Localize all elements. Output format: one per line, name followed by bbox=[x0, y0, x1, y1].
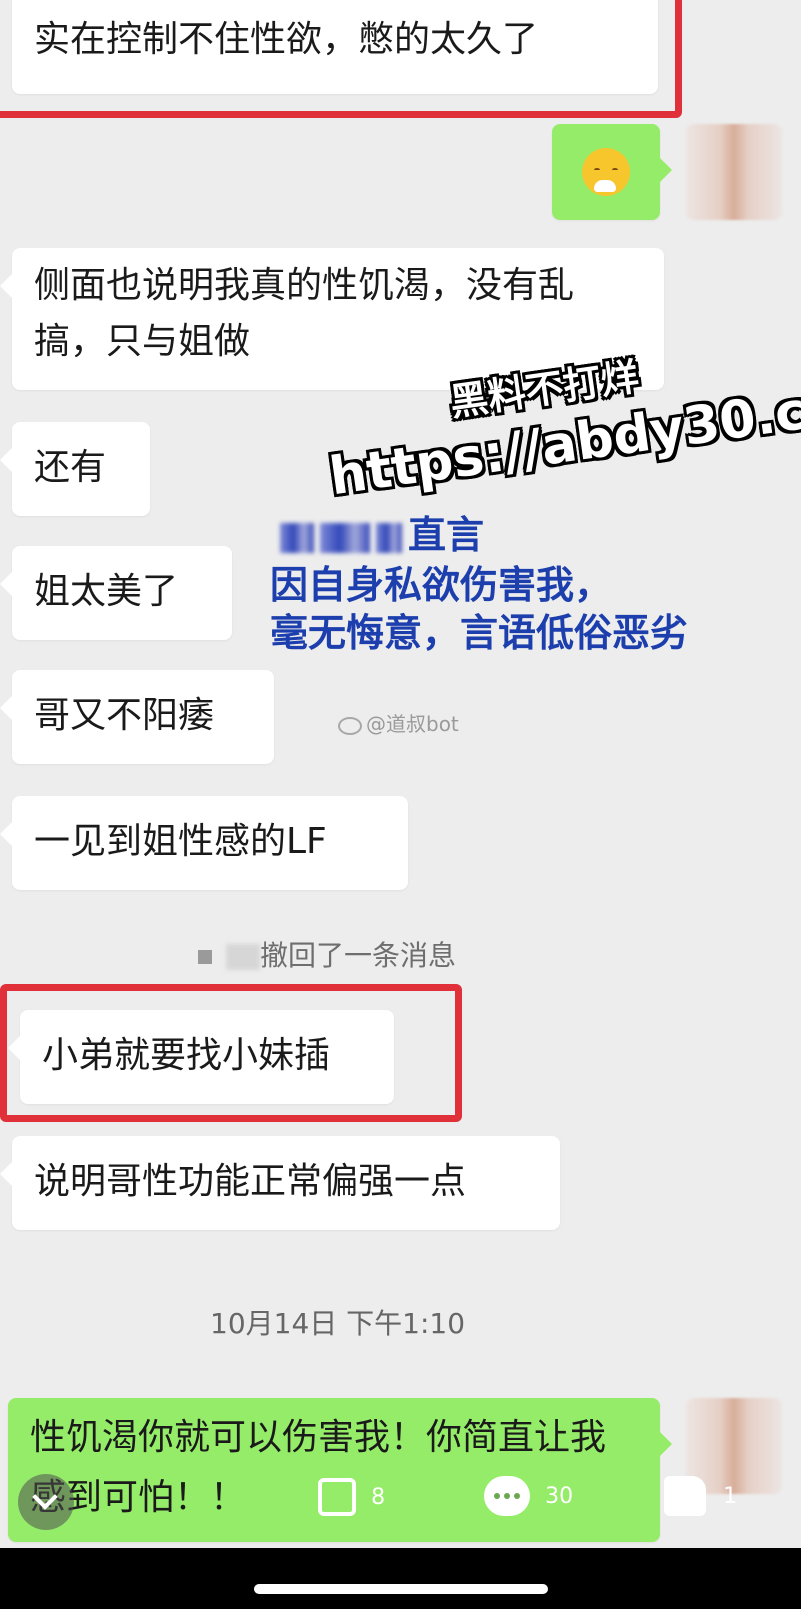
chat-timestamp: 10月14日 下午1:10 bbox=[210, 1307, 466, 1340]
blurred-name bbox=[320, 522, 370, 553]
comment-button[interactable]: 30 bbox=[484, 1476, 573, 1516]
emoji-message-bubble[interactable] bbox=[552, 124, 672, 220]
recall-text: 撤回了一条消息 bbox=[260, 939, 457, 972]
share-icon bbox=[318, 1478, 356, 1516]
collapse-button[interactable] bbox=[18, 1474, 74, 1530]
message-text: 实在控制不住性欲，憋的太久了 bbox=[34, 19, 539, 60]
system-navigation-bar bbox=[0, 1548, 801, 1609]
message-bubble[interactable]: 小弟就要找小妹插 bbox=[8, 1010, 394, 1104]
message-text: 说明哥性功能正常偏强一点 bbox=[34, 1161, 467, 1202]
message-bubble[interactable]: 还有 bbox=[0, 422, 150, 516]
blurred-name bbox=[226, 944, 260, 970]
chevron-down-icon bbox=[32, 1484, 58, 1510]
blurred-name bbox=[280, 522, 314, 553]
comment-count: 30 bbox=[545, 1483, 574, 1509]
my-avatar[interactable] bbox=[686, 124, 782, 220]
comment-icon bbox=[484, 1476, 530, 1516]
recall-notice: 撤回了一条消息 bbox=[198, 934, 456, 974]
message-text: 哥又不阳痿 bbox=[34, 695, 215, 736]
message-text: 小弟就要找小妹插 bbox=[42, 1035, 331, 1076]
message-bubble[interactable]: 姐太美了 bbox=[0, 546, 232, 640]
repost-count: 8 bbox=[371, 1484, 386, 1510]
like-count: 1 bbox=[723, 1483, 738, 1509]
message-bubble[interactable]: 一见到姐性感的LF bbox=[0, 796, 408, 890]
weibo-logo-icon bbox=[338, 716, 362, 735]
home-indicator[interactable] bbox=[254, 1584, 548, 1594]
message-text: 还有 bbox=[34, 447, 107, 488]
sad-face-emoji-icon bbox=[582, 148, 630, 196]
message-bubble[interactable]: 哥又不阳痿 bbox=[0, 670, 274, 764]
message-text: 一见到姐性感的LF bbox=[34, 821, 327, 862]
message-bubble[interactable]: 说明哥性功能正常偏强一点 bbox=[0, 1136, 560, 1230]
annotation-line-3: 毫无悔意，言语低俗恶劣 bbox=[270, 611, 689, 655]
blurred-name bbox=[376, 522, 402, 553]
annotation-line-2: 因自身私欲伤害我， bbox=[270, 563, 613, 607]
annotation-line-1: 直言 bbox=[280, 512, 484, 558]
like-button[interactable]: 1 bbox=[664, 1476, 737, 1516]
recall-icon bbox=[198, 950, 212, 964]
repost-button[interactable]: 8 bbox=[318, 1478, 385, 1516]
message-bubble[interactable]: 实在控制不住性欲，憋的太久了 bbox=[12, 0, 658, 94]
thumbs-up-icon bbox=[664, 1476, 706, 1516]
reply-bubble[interactable]: 性饥渴你就可以伤害我！你简直让我感到可怕！！ bbox=[8, 1398, 672, 1542]
weibo-watermark: @道叔bot bbox=[338, 708, 459, 737]
message-text: 侧面也说明我真的性饥渴，没有乱搞，只与姐做 bbox=[34, 265, 575, 362]
message-text: 姐太美了 bbox=[34, 571, 179, 612]
